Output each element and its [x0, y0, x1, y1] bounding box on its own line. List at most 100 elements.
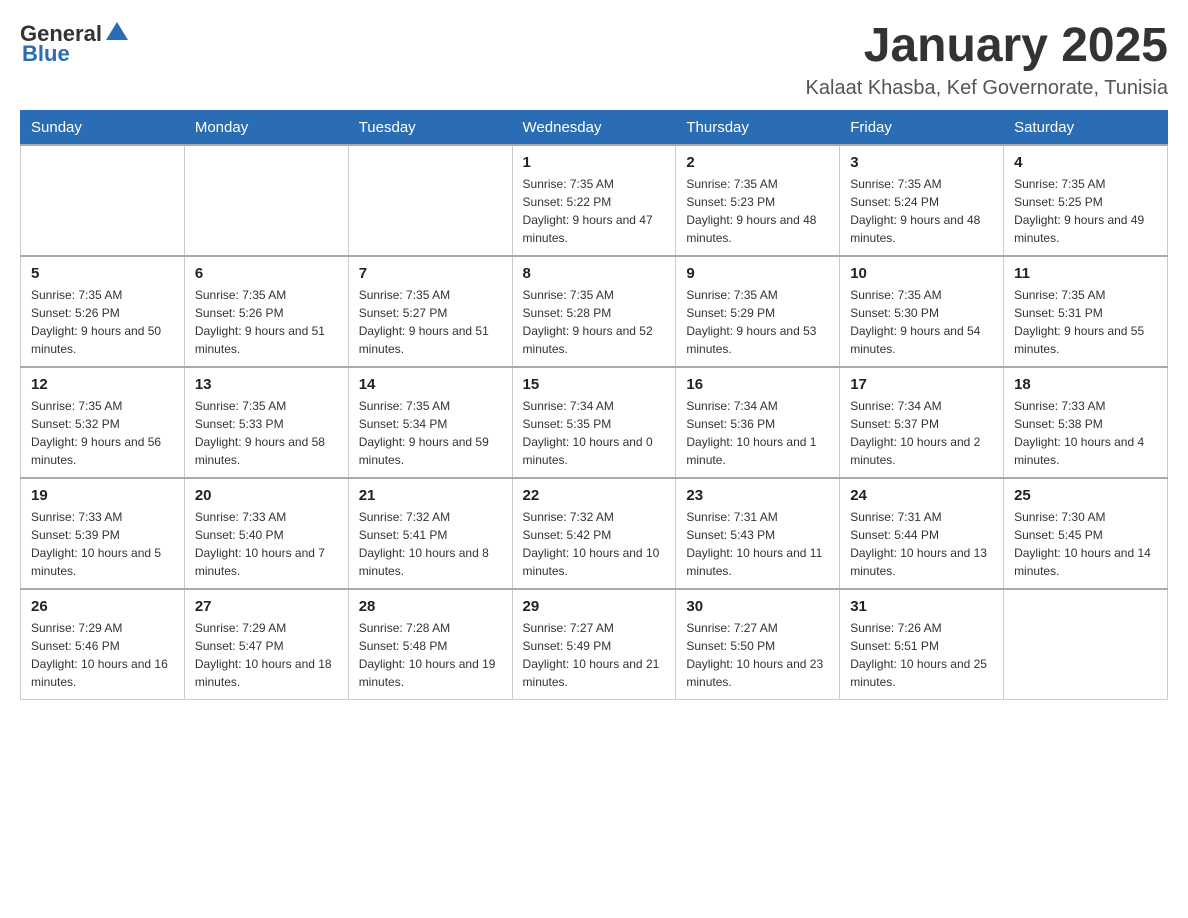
day-info: Sunrise: 7:35 AMSunset: 5:30 PMDaylight:… — [850, 286, 993, 358]
day-number: 30 — [686, 598, 829, 615]
logo-blue: Blue — [22, 41, 70, 67]
day-info: Sunrise: 7:32 AMSunset: 5:41 PMDaylight:… — [359, 508, 502, 580]
day-number: 18 — [1014, 376, 1157, 393]
calendar-cell: 28 Sunrise: 7:28 AMSunset: 5:48 PMDayligh… — [348, 589, 512, 700]
day-number: 16 — [686, 376, 829, 393]
day-number: 9 — [686, 265, 829, 282]
calendar-cell: 14 Sunrise: 7:35 AMSunset: 5:34 PMDayligh… — [348, 367, 512, 478]
day-number: 24 — [850, 487, 993, 504]
calendar-cell — [184, 145, 348, 256]
calendar-cell: 26 Sunrise: 7:29 AMSunset: 5:46 PMDayligh… — [21, 589, 185, 700]
day-info: Sunrise: 7:35 AMSunset: 5:23 PMDaylight:… — [686, 175, 829, 247]
calendar-header-row: SundayMondayTuesdayWednesdayThursdayFrid… — [21, 110, 1168, 145]
day-number: 14 — [359, 376, 502, 393]
calendar-cell: 27 Sunrise: 7:29 AMSunset: 5:47 PMDayligh… — [184, 589, 348, 700]
weekday-header-thursday: Thursday — [676, 110, 840, 145]
calendar-cell: 13Sunrise: 7:35 AMSunset: 5:33 PMDayligh… — [184, 367, 348, 478]
calendar-cell: 19Sunrise: 7:33 AMSunset: 5:39 PMDayligh… — [21, 478, 185, 589]
day-info: Sunrise: 7:35 AMSunset: 5:26 PMDaylight:… — [195, 286, 338, 358]
day-number: 19 — [31, 487, 174, 504]
calendar-cell: 5 Sunrise: 7:35 AMSunset: 5:26 PMDaylight… — [21, 256, 185, 367]
calendar-cell: 8 Sunrise: 7:35 AMSunset: 5:28 PMDaylight… — [512, 256, 676, 367]
day-number: 5 — [31, 265, 174, 282]
day-info: Sunrise: 7:27 AMSunset: 5:50 PMDaylight:… — [686, 619, 829, 691]
calendar-cell: 12 Sunrise: 7:35 AMSunset: 5:32 PMDayligh… — [21, 367, 185, 478]
day-info: Sunrise: 7:27 AMSunset: 5:49 PMDaylight:… — [523, 619, 666, 691]
day-info: Sunrise: 7:34 AMSunset: 5:37 PMDaylight:… — [850, 397, 993, 469]
day-info: Sunrise: 7:35 AMSunset: 5:34 PMDaylight:… — [359, 397, 502, 469]
calendar-week-1: 1 Sunrise: 7:35 AMSunset: 5:22 PMDaylight… — [21, 145, 1168, 256]
day-number: 23 — [686, 487, 829, 504]
day-number: 29 — [523, 598, 666, 615]
calendar-cell: 7 Sunrise: 7:35 AMSunset: 5:27 PMDaylight… — [348, 256, 512, 367]
day-number: 1 — [523, 154, 666, 171]
weekday-header-wednesday: Wednesday — [512, 110, 676, 145]
calendar-cell: 24 Sunrise: 7:31 AMSunset: 5:44 PMDayligh… — [840, 478, 1004, 589]
day-info: Sunrise: 7:35 AMSunset: 5:32 PMDaylight:… — [31, 397, 174, 469]
calendar-cell: 31Sunrise: 7:26 AMSunset: 5:51 PMDayligh… — [840, 589, 1004, 700]
day-info: Sunrise: 7:35 AMSunset: 5:29 PMDaylight:… — [686, 286, 829, 358]
day-number: 22 — [523, 487, 666, 504]
calendar-week-2: 5 Sunrise: 7:35 AMSunset: 5:26 PMDaylight… — [21, 256, 1168, 367]
day-info: Sunrise: 7:35 AMSunset: 5:28 PMDaylight:… — [523, 286, 666, 358]
day-info: Sunrise: 7:33 AMSunset: 5:38 PMDaylight:… — [1014, 397, 1157, 469]
day-info: Sunrise: 7:33 AMSunset: 5:40 PMDaylight:… — [195, 508, 338, 580]
weekday-header-friday: Friday — [840, 110, 1004, 145]
calendar-table: SundayMondayTuesdayWednesdayThursdayFrid… — [20, 110, 1168, 700]
day-number: 17 — [850, 376, 993, 393]
day-number: 31 — [850, 598, 993, 615]
day-number: 27 — [195, 598, 338, 615]
day-info: Sunrise: 7:28 AMSunset: 5:48 PMDaylight:… — [359, 619, 502, 691]
day-number: 28 — [359, 598, 502, 615]
calendar-cell: 2 Sunrise: 7:35 AMSunset: 5:23 PMDaylight… — [676, 145, 840, 256]
day-info: Sunrise: 7:35 AMSunset: 5:25 PMDaylight:… — [1014, 175, 1157, 247]
calendar-week-5: 26 Sunrise: 7:29 AMSunset: 5:46 PMDayligh… — [21, 589, 1168, 700]
day-number: 2 — [686, 154, 829, 171]
calendar-cell: 22Sunrise: 7:32 AMSunset: 5:42 PMDayligh… — [512, 478, 676, 589]
calendar-cell — [1004, 589, 1168, 700]
day-info: Sunrise: 7:35 AMSunset: 5:22 PMDaylight:… — [523, 175, 666, 247]
day-info: Sunrise: 7:35 AMSunset: 5:33 PMDaylight:… — [195, 397, 338, 469]
day-info: Sunrise: 7:30 AMSunset: 5:45 PMDaylight:… — [1014, 508, 1157, 580]
day-number: 6 — [195, 265, 338, 282]
day-info: Sunrise: 7:35 AMSunset: 5:27 PMDaylight:… — [359, 286, 502, 358]
day-info: Sunrise: 7:31 AMSunset: 5:43 PMDaylight:… — [686, 508, 829, 580]
calendar-cell: 16 Sunrise: 7:34 AMSunset: 5:36 PMDayligh… — [676, 367, 840, 478]
day-info: Sunrise: 7:29 AMSunset: 5:46 PMDaylight:… — [31, 619, 174, 691]
day-number: 20 — [195, 487, 338, 504]
day-number: 12 — [31, 376, 174, 393]
day-number: 7 — [359, 265, 502, 282]
calendar-cell — [21, 145, 185, 256]
day-number: 15 — [523, 376, 666, 393]
weekday-header-tuesday: Tuesday — [348, 110, 512, 145]
calendar-cell: 29 Sunrise: 7:27 AMSunset: 5:49 PMDayligh… — [512, 589, 676, 700]
day-number: 25 — [1014, 487, 1157, 504]
day-info: Sunrise: 7:35 AMSunset: 5:31 PMDaylight:… — [1014, 286, 1157, 358]
calendar-cell: 25 Sunrise: 7:30 AMSunset: 5:45 PMDayligh… — [1004, 478, 1168, 589]
day-number: 10 — [850, 265, 993, 282]
day-info: Sunrise: 7:29 AMSunset: 5:47 PMDaylight:… — [195, 619, 338, 691]
calendar-cell: 3Sunrise: 7:35 AMSunset: 5:24 PMDaylight… — [840, 145, 1004, 256]
page-header: General Blue January 2025 Kalaat Khasba,… — [20, 20, 1168, 100]
calendar-week-3: 12 Sunrise: 7:35 AMSunset: 5:32 PMDayligh… — [21, 367, 1168, 478]
day-info: Sunrise: 7:31 AMSunset: 5:44 PMDaylight:… — [850, 508, 993, 580]
calendar-cell: 6 Sunrise: 7:35 AMSunset: 5:26 PMDaylight… — [184, 256, 348, 367]
day-info: Sunrise: 7:34 AMSunset: 5:36 PMDaylight:… — [686, 397, 829, 469]
calendar-week-4: 19Sunrise: 7:33 AMSunset: 5:39 PMDayligh… — [21, 478, 1168, 589]
day-info: Sunrise: 7:34 AMSunset: 5:35 PMDaylight:… — [523, 397, 666, 469]
calendar-cell: 4 Sunrise: 7:35 AMSunset: 5:25 PMDaylight… — [1004, 145, 1168, 256]
calendar-cell: 10 Sunrise: 7:35 AMSunset: 5:30 PMDayligh… — [840, 256, 1004, 367]
weekday-header-saturday: Saturday — [1004, 110, 1168, 145]
calendar-cell: 20 Sunrise: 7:33 AMSunset: 5:40 PMDayligh… — [184, 478, 348, 589]
calendar-cell: 23 Sunrise: 7:31 AMSunset: 5:43 PMDayligh… — [676, 478, 840, 589]
day-number: 4 — [1014, 154, 1157, 171]
title-block: January 2025 Kalaat Khasba, Kef Governor… — [806, 20, 1168, 100]
calendar-cell: 30 Sunrise: 7:27 AMSunset: 5:50 PMDayligh… — [676, 589, 840, 700]
calendar-cell: 21Sunrise: 7:32 AMSunset: 5:41 PMDayligh… — [348, 478, 512, 589]
day-number: 8 — [523, 265, 666, 282]
day-number: 26 — [31, 598, 174, 615]
calendar-cell: 17 Sunrise: 7:34 AMSunset: 5:37 PMDayligh… — [840, 367, 1004, 478]
calendar-cell: 18 Sunrise: 7:33 AMSunset: 5:38 PMDayligh… — [1004, 367, 1168, 478]
day-info: Sunrise: 7:35 AMSunset: 5:26 PMDaylight:… — [31, 286, 174, 358]
calendar-cell — [348, 145, 512, 256]
